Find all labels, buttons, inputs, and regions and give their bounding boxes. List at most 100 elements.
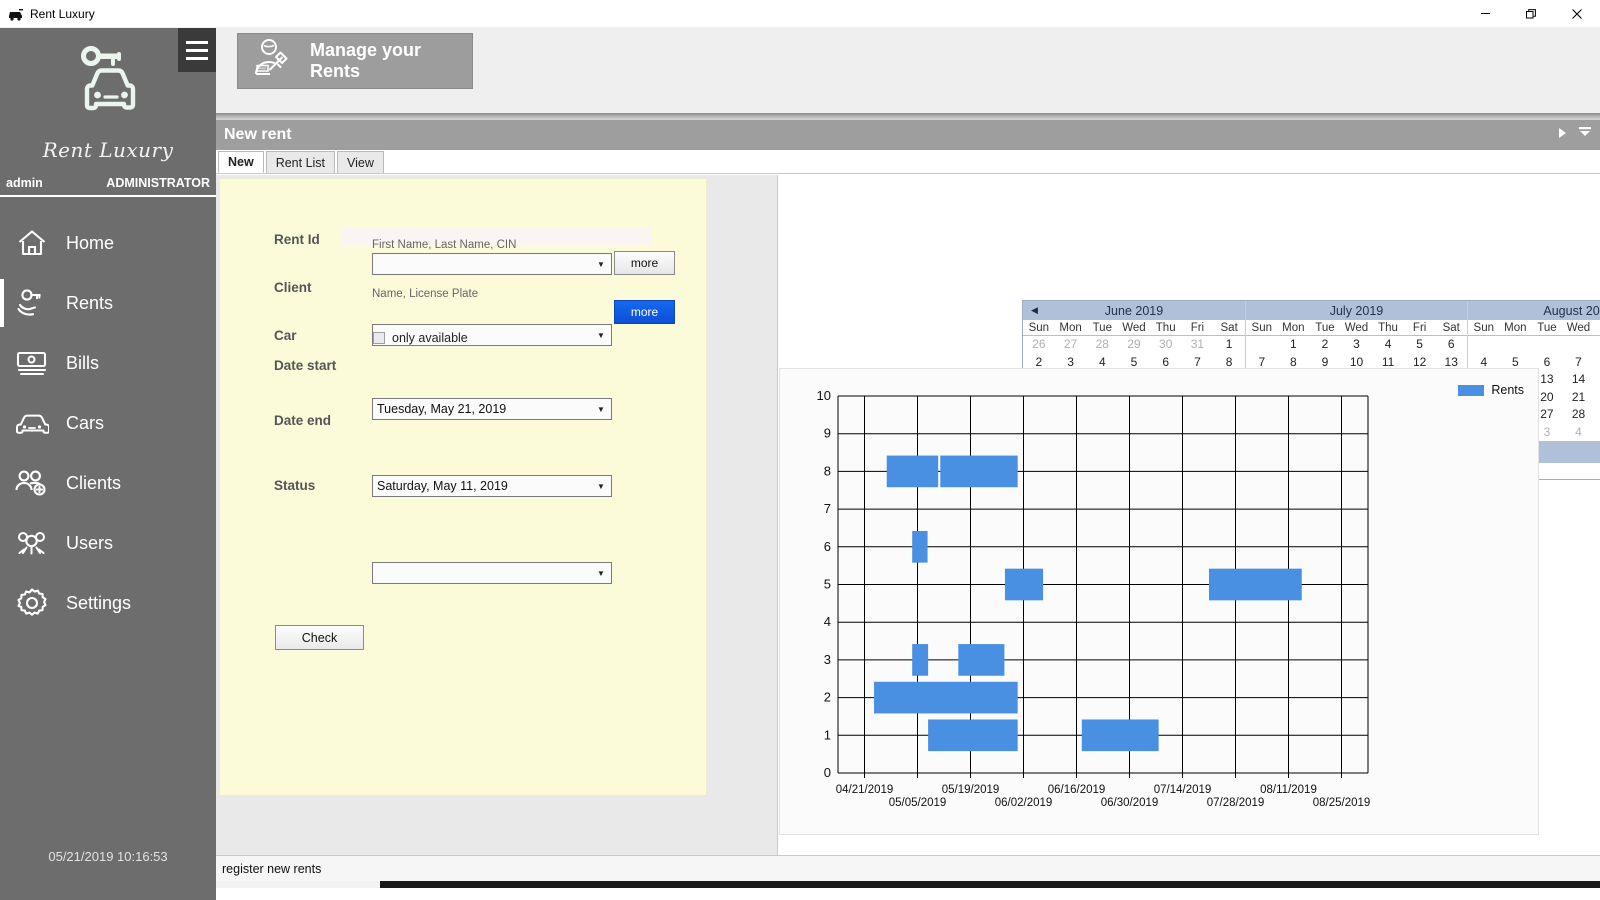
dow-label: Mon xyxy=(1059,322,1082,334)
calendar-day[interactable]: 27 xyxy=(1055,336,1087,354)
calendar-day[interactable]: 29 xyxy=(1118,336,1150,354)
calendar-day[interactable]: 30 xyxy=(1150,336,1182,354)
chart-x-tick-label: 06/30/2019 xyxy=(1101,797,1159,809)
calendar-day[interactable]: 5 xyxy=(1594,424,1600,442)
chart-y-tick-label: 0 xyxy=(824,765,831,780)
content-area: New rent New Rent List View Rent Id Clie… xyxy=(216,120,1600,855)
car-label: Car xyxy=(274,328,297,343)
play-triangle-icon[interactable] xyxy=(1557,126,1568,144)
sidebar-item-settings[interactable]: Settings xyxy=(0,573,216,633)
banknote-icon xyxy=(14,349,50,377)
client-input[interactable]: ▼ xyxy=(372,253,612,275)
tab-view[interactable]: View xyxy=(337,151,384,173)
calendar-day[interactable]: 3 xyxy=(1341,336,1373,354)
calendar-day[interactable]: 26 xyxy=(1023,336,1055,354)
sidebar-item-rents[interactable]: Rents xyxy=(0,273,216,333)
calendar-day[interactable]: 4 xyxy=(1563,424,1595,442)
sidebar-item-bills[interactable]: Bills xyxy=(0,333,216,393)
calendar-day[interactable]: 28 xyxy=(1086,336,1118,354)
form-pane: Rent Id Client First Name, Last Name, CI… xyxy=(216,175,778,855)
chart-x-tick-label: 08/25/2019 xyxy=(1313,797,1371,809)
calendar-day[interactable]: 4 xyxy=(1372,336,1404,354)
taskbar-dark-segment xyxy=(380,881,1600,888)
dow-label: Mon xyxy=(1504,322,1527,334)
car-hint-label: Name, License Plate xyxy=(372,288,479,300)
calendar-day[interactable]: 31 xyxy=(1182,336,1214,354)
calendar-day[interactable]: 2 xyxy=(1309,336,1341,354)
sidebar-item-label: Home xyxy=(66,232,115,253)
only-available-checkbox[interactable]: only available xyxy=(373,331,468,345)
calendar-day[interactable]: 1 xyxy=(1278,336,1310,354)
gear-icon xyxy=(14,587,50,619)
client-more-label: more xyxy=(630,256,659,270)
status-label: Status xyxy=(274,478,316,493)
calendar-day[interactable]: 1 xyxy=(1594,336,1600,354)
rents-chart: Rents 0 1 2 3 4 5 6 7 8 9 10 04/21/2019 05/05/2019 05… xyxy=(779,368,1539,835)
sidebar-item-clients[interactable]: Clients xyxy=(0,453,216,513)
calendar-day[interactable]: 28 xyxy=(1563,406,1595,424)
chart-y-tick-label: 4 xyxy=(824,614,831,629)
taskbar-sidebar-segment xyxy=(0,881,216,900)
calendar-month-label: June 2019 xyxy=(1104,303,1164,318)
calendar-day[interactable]: 14 xyxy=(1563,371,1595,389)
minimize-button[interactable] xyxy=(1462,0,1508,28)
date-start-label: Date start xyxy=(274,358,337,373)
hamburger-menu-icon[interactable] xyxy=(178,28,216,72)
sidebar-item-users[interactable]: Users xyxy=(0,513,216,573)
dow-label: Sun xyxy=(1028,322,1050,334)
client-label: Client xyxy=(274,280,312,295)
dow-label: Fri xyxy=(1412,322,1427,334)
chart-y-tick-label: 8 xyxy=(824,463,831,478)
calendar-day[interactable]: 15 xyxy=(1594,371,1600,389)
date-start-input[interactable]: Tuesday, May 21, 2019 ▼ xyxy=(372,398,612,420)
sidebar-item-label: Cars xyxy=(66,412,105,433)
top-toolbar: Manage your Rents xyxy=(216,28,1600,120)
chevron-down-icon[interactable]: ▼ xyxy=(593,476,609,496)
calendar-day[interactable]: 6 xyxy=(1435,336,1467,354)
dow-label: Sun xyxy=(1473,322,1495,334)
client-hint-label: First Name, Last Name, CIN xyxy=(372,239,517,251)
status-input[interactable]: ▼ xyxy=(372,562,612,584)
checkbox-box-icon[interactable] xyxy=(373,332,385,344)
date-end-input[interactable]: Saturday, May 11, 2019 ▼ xyxy=(372,475,612,497)
home-icon xyxy=(14,229,50,257)
status-bar: register new rents xyxy=(216,855,1600,881)
chevron-down-icon[interactable]: ▼ xyxy=(593,399,609,419)
close-button[interactable] xyxy=(1554,0,1600,28)
chart-bar xyxy=(940,455,1018,488)
taskbar-light-segment xyxy=(216,881,380,888)
chart-y-tick-label: 2 xyxy=(824,690,831,705)
person-key-icon xyxy=(252,37,298,86)
calendar-month-label: July 2019 xyxy=(1329,303,1384,318)
car-more-button[interactable]: more xyxy=(614,300,675,324)
tab-new[interactable]: New xyxy=(218,151,264,173)
tab-label: New xyxy=(228,155,254,169)
calendar-title: July 2019 xyxy=(1246,301,1467,320)
chevron-down-icon[interactable]: ▼ xyxy=(593,254,609,274)
chart-y-tick-label: 6 xyxy=(824,539,831,554)
sidebar-item-cars[interactable]: Cars xyxy=(0,393,216,453)
calendar-day[interactable]: 1 xyxy=(1213,336,1245,354)
calendar-day[interactable]: 22 xyxy=(1594,389,1600,407)
calendar-day[interactable]: 5 xyxy=(1404,336,1436,354)
dow-label: Sun xyxy=(1251,322,1273,334)
manage-your-rents-button[interactable]: Manage your Rents xyxy=(237,33,473,89)
maximize-restore-button[interactable] xyxy=(1508,0,1554,28)
dow-label: Thu xyxy=(1378,322,1398,334)
calendar-day[interactable]: 8 xyxy=(1594,354,1600,372)
calendar-month-label: August 2019 xyxy=(1543,303,1600,318)
sidebar-item-home[interactable]: Home xyxy=(0,213,216,273)
chevron-down-icon[interactable]: ▼ xyxy=(593,563,609,583)
calendar-day[interactable]: 21 xyxy=(1563,389,1595,407)
arrow-left-icon[interactable]: ◀ xyxy=(1031,305,1038,316)
chevron-down-icon[interactable]: ▼ xyxy=(593,325,609,345)
right-pane: ◀ June 2019 Sun Mon Tue Wed Thu Fri Sat xyxy=(779,175,1600,855)
calendar-day[interactable]: 29 xyxy=(1594,406,1600,424)
calendar-day[interactable]: 7 xyxy=(1563,354,1595,372)
tab-rent-list[interactable]: Rent List xyxy=(265,151,336,173)
double-chevron-down-icon[interactable] xyxy=(1578,126,1592,144)
client-more-button[interactable]: more xyxy=(614,251,675,275)
user-role: ADMINISTRATOR xyxy=(106,176,210,190)
check-button[interactable]: Check xyxy=(275,625,364,650)
dow-label: Sat xyxy=(1220,322,1238,334)
